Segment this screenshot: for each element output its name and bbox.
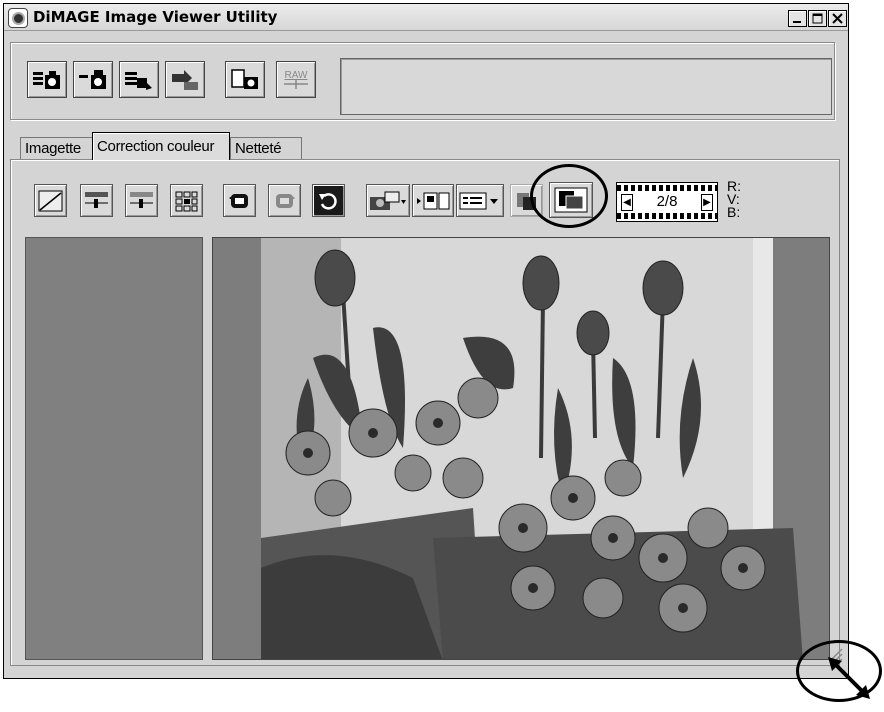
display-options-button[interactable] (456, 184, 504, 217)
frame-number: 2/8 (656, 193, 678, 210)
tab-nettete[interactable]: Netteté (230, 137, 302, 159)
maximize-icon (812, 13, 823, 24)
redo-button[interactable] (268, 184, 301, 217)
brightness-slider-icon (85, 191, 108, 208)
raw-icon: RAW (284, 70, 309, 89)
saturation-slider-icon (130, 191, 153, 208)
camera-out-button[interactable] (73, 61, 113, 98)
close-button[interactable] (828, 10, 847, 27)
app-icon[interactable] (8, 8, 28, 28)
undo-button[interactable] (223, 184, 256, 217)
thumbnail-pane (25, 237, 203, 660)
brightness-button[interactable] (80, 184, 113, 217)
next-frame-button[interactable]: ▶ (701, 194, 713, 211)
print-icon (231, 68, 258, 89)
tone-curve-icon (38, 190, 63, 211)
original-view-button[interactable] (510, 184, 543, 217)
undo-icon (229, 193, 248, 208)
color-grid-icon (175, 191, 198, 211)
arrow-left-icon: ◀ (623, 197, 631, 208)
diagonal-arrow-icon (828, 657, 870, 699)
reset-icon (317, 190, 340, 211)
redo-icon (276, 193, 295, 208)
flower-photo (213, 238, 829, 659)
window-title: DiMAGE Image Viewer Utility (33, 8, 278, 26)
copy-settings-icon (417, 192, 450, 209)
raw-button[interactable]: RAW (276, 61, 316, 98)
save-to-disk-icon (172, 69, 198, 90)
save-button[interactable] (165, 61, 205, 98)
camera-out-icon (79, 69, 106, 89)
original-image-icon (517, 192, 536, 210)
snapshot-button[interactable] (366, 184, 410, 217)
image-preview[interactable] (212, 237, 830, 660)
film-perforation-bottom (617, 213, 717, 219)
tab-correction-couleur[interactable]: Correction couleur (92, 132, 230, 160)
arrow-right-icon: ▶ (703, 197, 711, 208)
print-button[interactable] (225, 61, 265, 98)
camera-in-button[interactable] (27, 61, 67, 98)
blue-value-label: B: (727, 204, 741, 220)
film-perforation-top (617, 185, 717, 191)
saturation-button[interactable] (125, 184, 158, 217)
transfer-button[interactable] (119, 61, 159, 98)
settings-dropdown-icon (459, 192, 498, 209)
tab-imagette[interactable]: Imagette (20, 137, 93, 159)
before-after-icon (554, 187, 588, 213)
reset-button[interactable] (312, 184, 345, 217)
camera-in-icon (33, 70, 60, 89)
previous-frame-button[interactable]: ◀ (621, 194, 633, 211)
minimize-button[interactable] (788, 10, 807, 27)
frame-counter: ◀ 2/8 ▶ (616, 182, 718, 222)
info-field (340, 58, 832, 115)
minimize-icon (793, 21, 801, 23)
snapshot-icon (370, 191, 406, 210)
close-icon (832, 13, 843, 24)
transfer-icon (125, 71, 152, 90)
apply-copy-button[interactable] (412, 184, 454, 217)
resize-arrow (826, 655, 874, 701)
svg-text:RAW: RAW (285, 70, 309, 81)
color-variations-button[interactable] (170, 184, 203, 217)
compare-view-button[interactable] (549, 182, 593, 218)
maximize-button[interactable] (808, 10, 827, 27)
tone-curve-button[interactable] (34, 184, 67, 217)
